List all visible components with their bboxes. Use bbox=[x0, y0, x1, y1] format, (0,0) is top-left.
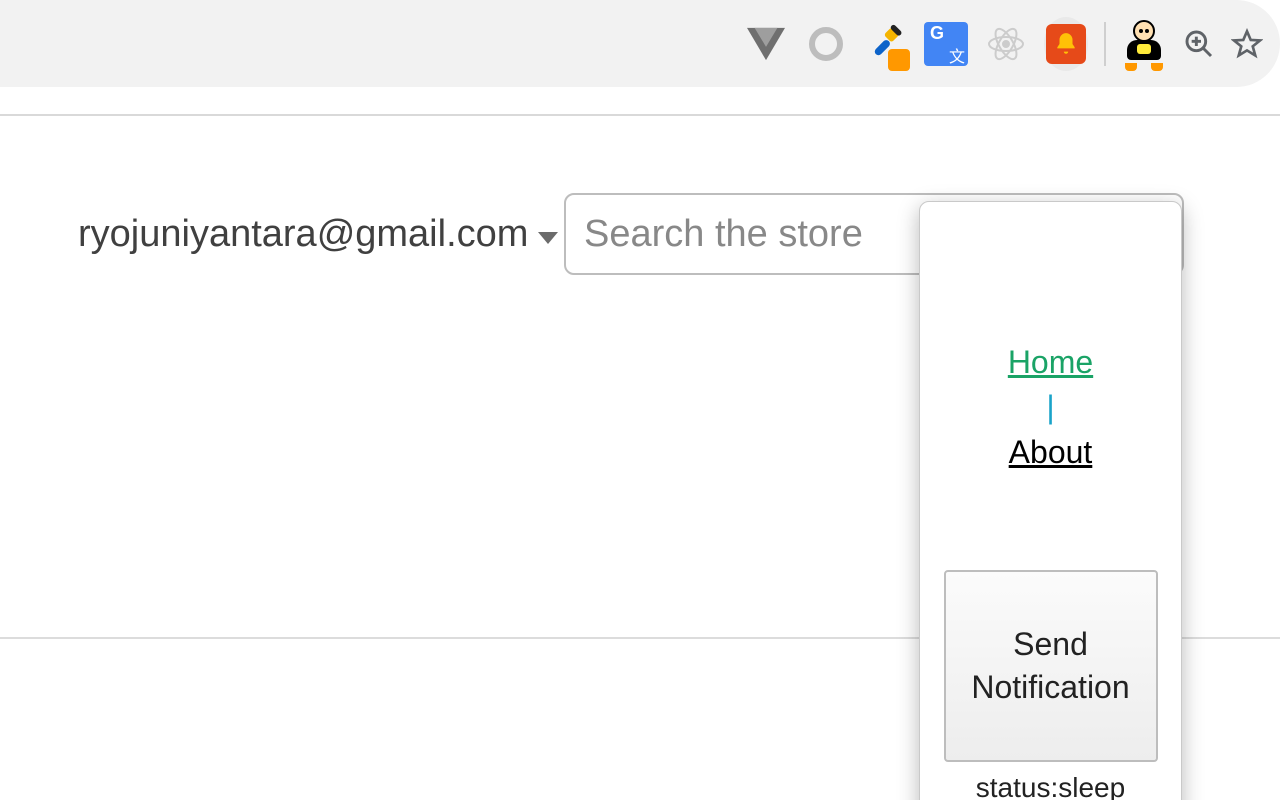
status-value: sleep bbox=[1058, 772, 1125, 800]
status-label: status: bbox=[976, 772, 1058, 800]
popup-nav: Home | About bbox=[1008, 340, 1093, 474]
status-line: status:sleep bbox=[976, 772, 1125, 800]
browser-toolbar bbox=[0, 0, 1280, 117]
eyedropper-icon[interactable] bbox=[864, 22, 908, 66]
bell-icon bbox=[1046, 24, 1086, 64]
nav-about-link[interactable]: About bbox=[1008, 430, 1093, 475]
send-btn-line2: Notification bbox=[971, 669, 1129, 705]
nav-separator: | bbox=[1046, 389, 1054, 425]
chevron-down-icon bbox=[538, 232, 558, 244]
react-devtools-icon[interactable] bbox=[984, 22, 1028, 66]
google-translate-icon[interactable] bbox=[924, 22, 968, 66]
account-email: ryojuniyantara@gmail.com bbox=[78, 213, 528, 256]
star-icon[interactable] bbox=[1228, 25, 1266, 63]
opera-icon[interactable] bbox=[804, 22, 848, 66]
omnibox-actions bbox=[1180, 25, 1266, 63]
extension-badge bbox=[888, 49, 910, 71]
extension-popup: Home | About Send Notification status:sl… bbox=[919, 201, 1182, 800]
send-notification-button[interactable]: Send Notification bbox=[944, 570, 1158, 762]
zoom-in-icon[interactable] bbox=[1180, 25, 1218, 63]
extension-row bbox=[744, 0, 1166, 87]
v-logo-icon[interactable] bbox=[744, 22, 788, 66]
nav-home-link[interactable]: Home bbox=[1008, 340, 1093, 385]
send-btn-line1: Send bbox=[1013, 626, 1088, 662]
notification-bell-extension[interactable] bbox=[1044, 22, 1088, 66]
toolbar-separator bbox=[1104, 22, 1106, 66]
account-dropdown[interactable]: ryojuniyantara@gmail.com bbox=[78, 213, 558, 256]
toolbar-bottom-divider bbox=[0, 114, 1280, 116]
profile-avatar-icon[interactable] bbox=[1122, 22, 1166, 66]
page-content: ryojuniyantara@gmail.com Home | About Se… bbox=[0, 117, 1280, 800]
